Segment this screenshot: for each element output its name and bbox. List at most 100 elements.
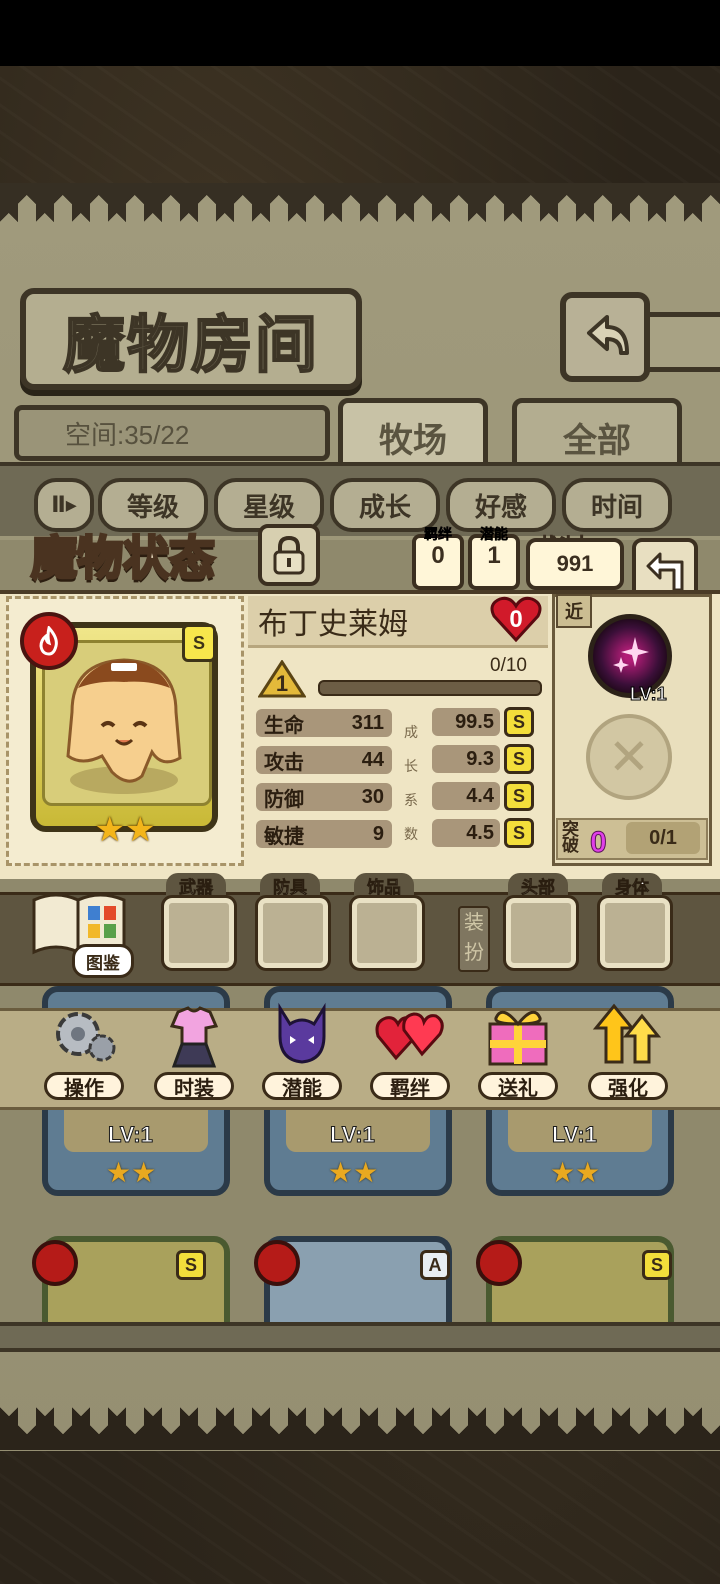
growth-caption: 系 (404, 792, 418, 808)
action-label: 羁绊 (370, 1072, 450, 1100)
potential-label: 潜能 (480, 526, 509, 543)
equip-label: 武器 (166, 873, 226, 897)
stat-value: 9 (372, 822, 384, 845)
stat-row-defense: 防御 30 (256, 782, 392, 812)
fire-element-icon (32, 1240, 78, 1286)
return-arrow-icon (587, 315, 629, 355)
stat-value: 311 (351, 711, 384, 734)
growth-caption: 数 (404, 826, 418, 842)
monster-level: LV:1 (330, 1122, 376, 1148)
head-slot[interactable] (503, 895, 579, 971)
level-gem: 1 (258, 660, 306, 700)
growth-value: 99.5 (432, 708, 500, 736)
grade-badge: S (504, 818, 534, 848)
action-label: 送礼 (478, 1072, 558, 1100)
rank-badge: A (420, 1250, 450, 1280)
breakthrough-count: 0 (590, 826, 608, 860)
dress-up-label: 装扮 (458, 906, 490, 972)
xp-bar (318, 680, 542, 696)
monster-portrait-large (42, 640, 212, 806)
bond-value: 0 (431, 542, 445, 569)
stat-row-attack: 攻击 44 (256, 745, 392, 775)
bond-label: 羁绊 (424, 526, 453, 543)
demon-icon (278, 1002, 326, 1064)
affection-heart: 0 (490, 596, 542, 644)
gear-icon (56, 1012, 116, 1062)
return-arrow-icon (646, 552, 684, 592)
bond-counter: 羁绊 0 (412, 526, 464, 590)
growth-caption: 长 (404, 758, 418, 774)
sparkle-icon (613, 637, 649, 673)
star-rating: ★★ (106, 1157, 157, 1188)
fire-element-icon (476, 1240, 522, 1286)
stat-row-agility: 敏捷 9 (256, 819, 392, 849)
action-label: 操作 (44, 1072, 124, 1100)
padlock-icon (273, 535, 305, 575)
empty-skill-slot[interactable]: ✕ (586, 714, 672, 800)
monster-level: LV:1 (552, 1122, 598, 1148)
monster-level: LV:1 (108, 1122, 154, 1148)
body-slot[interactable] (597, 895, 673, 971)
stat-value: 44 (361, 748, 384, 771)
breakthrough-label: 突破 (562, 820, 579, 855)
power-value: 991 (526, 538, 624, 590)
grade-badge: S (504, 744, 534, 774)
torn-edge-top (0, 183, 720, 225)
gift-button[interactable]: 送礼 (478, 998, 558, 1102)
breakthrough-progress: 0/1 (626, 822, 700, 854)
affection-value: 0 (509, 606, 523, 633)
costume-button[interactable]: 时装 (154, 998, 234, 1102)
growth-value: 4.5 (432, 819, 500, 847)
clothes-icon (169, 1006, 219, 1068)
enhance-button[interactable]: 强化 (588, 998, 668, 1102)
weapon-slot[interactable] (161, 895, 237, 971)
rank-badge: S (176, 1250, 206, 1280)
xp-text: 0/10 (490, 655, 527, 676)
torn-edge-bottom (0, 1400, 720, 1450)
rank-badge: S (182, 624, 216, 662)
star-rating: ★★ (328, 1157, 379, 1188)
level-value: 1 (275, 671, 289, 696)
equip-label: 头部 (508, 873, 568, 897)
close-icon: ✕ (608, 729, 650, 785)
hearts-icon (375, 1012, 444, 1061)
growth-value: 4.4 (432, 782, 500, 810)
fire-element-icon (254, 1240, 300, 1286)
stat-label: 生命 (264, 714, 304, 737)
armor-slot[interactable] (255, 895, 331, 971)
grade-badge: S (504, 781, 534, 811)
potential-counter: 潜能 1 (468, 526, 520, 590)
up-arrows-icon (592, 1003, 662, 1064)
room-title: 魔物房间 (20, 288, 362, 390)
exit-button[interactable] (560, 292, 650, 382)
equip-label: 防具 (260, 873, 320, 897)
action-label: 强化 (588, 1072, 668, 1100)
stat-label: 攻击 (264, 751, 304, 774)
star-rating: ★★ (94, 811, 156, 849)
rank-badge: S (642, 1250, 672, 1280)
list-bottom-frame (0, 1322, 720, 1352)
space-capacity: 空间:35/22 (14, 405, 330, 461)
action-label: 时装 (154, 1072, 234, 1100)
stat-row-hp: 生命 311 (256, 708, 392, 738)
bond-button[interactable]: 羁绊 (370, 998, 450, 1102)
sort-time-button[interactable]: 时间 (562, 478, 672, 532)
equip-label: 身体 (602, 873, 662, 897)
potential-button[interactable]: 潜能 (262, 998, 342, 1102)
star-rating: ★★ (550, 1157, 601, 1188)
status-title: 魔物状态 (30, 531, 217, 586)
range-tag: 近 (556, 594, 592, 628)
grade-badge: S (504, 707, 534, 737)
equip-label: 饰品 (354, 873, 414, 897)
stat-label: 敏捷 (264, 825, 304, 848)
stat-label: 防御 (264, 788, 304, 811)
growth-value: 9.3 (432, 745, 500, 773)
skill-level: LV:1 (630, 684, 668, 705)
operate-button[interactable]: 操作 (44, 998, 124, 1102)
growth-caption: 成 (404, 724, 418, 740)
accessory-slot[interactable] (349, 895, 425, 971)
codex-label: 图鉴 (72, 944, 134, 978)
potential-value: 1 (487, 542, 501, 569)
lock-button[interactable] (258, 524, 320, 586)
stat-value: 30 (361, 785, 384, 808)
